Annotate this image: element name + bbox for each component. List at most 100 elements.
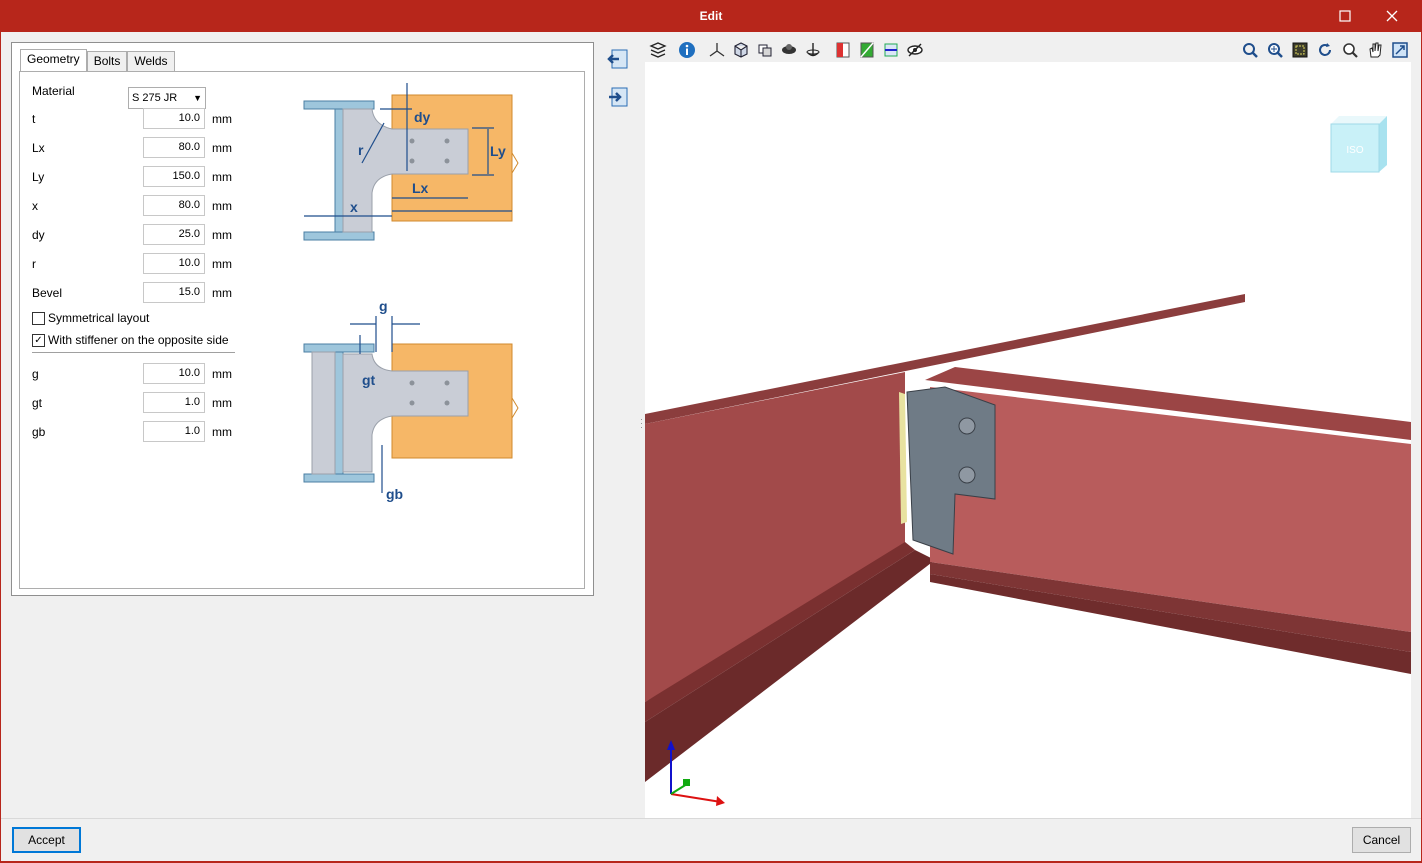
tab-welds[interactable]: Welds: [127, 51, 175, 71]
param-input-t[interactable]: 10.0: [143, 108, 205, 129]
bolt-head: [958, 417, 976, 435]
render-icon[interactable]: [756, 41, 774, 59]
close-button[interactable]: [1369, 0, 1415, 32]
beam-break-icon: [511, 95, 519, 221]
bottom-diagram: g gt gb: [303, 298, 519, 502]
bolt-hole: [444, 400, 450, 406]
diagram-label-gb: gb: [386, 486, 403, 502]
param-input-gt[interactable]: 1.0: [143, 392, 205, 413]
symmetrical-layout-checkbox[interactable]: Symmetrical layout: [32, 310, 149, 326]
zoom-previous-icon[interactable]: [1241, 41, 1259, 59]
section-icon[interactable]: [858, 41, 876, 59]
checkbox-label: Symmetrical layout: [48, 311, 150, 325]
param-row-lx: Lx 80.0 mm: [32, 137, 238, 159]
tab-geometry[interactable]: Geometry: [20, 49, 87, 71]
checkbox-label: With stiffener on the opposite side: [48, 333, 229, 347]
pan-icon[interactable]: [1366, 41, 1384, 59]
param-label: g: [32, 367, 39, 381]
diagram-label-r: r: [358, 142, 364, 158]
param-unit: mm: [212, 199, 232, 213]
cancel-button[interactable]: Cancel: [1352, 827, 1411, 853]
material-select[interactable]: S 275 JR ▼: [128, 87, 206, 109]
splitter-handle[interactable]: · · ·: [640, 415, 643, 432]
beam-break-icon: [511, 344, 519, 458]
param-label: gb: [32, 425, 46, 439]
bolt-hole: [409, 158, 415, 164]
stiffener-opposite-checkbox[interactable]: ✓ With stiffener on the opposite side: [32, 332, 229, 348]
dialog-footer: Accept Cancel: [1, 818, 1421, 861]
param-input-g[interactable]: 10.0: [143, 363, 205, 384]
param-row-r: r 10.0 mm: [32, 253, 238, 275]
tab-bolts[interactable]: Bolts: [86, 51, 128, 71]
column-top-flange: [303, 343, 375, 353]
visibility-icon[interactable]: [906, 41, 924, 59]
param-row-x: x 80.0 mm: [32, 195, 238, 217]
info-icon[interactable]: [678, 41, 696, 59]
bolt-hole: [409, 138, 415, 144]
view-cube[interactable]: ISO: [1330, 116, 1387, 173]
zoom-window-icon[interactable]: [1266, 41, 1284, 59]
param-input-bevel[interactable]: 15.0: [143, 282, 205, 303]
param-unit: mm: [212, 367, 232, 381]
param-unit: mm: [212, 257, 232, 271]
close-icon: [1386, 10, 1398, 22]
rotate-icon[interactable]: [804, 41, 822, 59]
material-label: Material: [32, 84, 75, 98]
wireframe-icon[interactable]: [732, 41, 750, 59]
param-row-g: g 10.0 mm: [32, 363, 238, 385]
zoom-icon[interactable]: [1341, 41, 1359, 59]
properties-panel: Geometry Bolts Welds Material S 275 JR ▼…: [11, 42, 594, 596]
bolt-hole: [444, 138, 450, 144]
bolt-hole: [444, 158, 450, 164]
param-row-dy: dy 25.0 mm: [32, 224, 238, 246]
maximize-button[interactable]: [1322, 0, 1368, 32]
import-arrow-icon: [607, 49, 628, 69]
title-bar: Edit: [0, 0, 1422, 32]
param-input-gb[interactable]: 1.0: [143, 421, 205, 442]
param-row-bevel: Bevel 15.0 mm: [32, 282, 238, 304]
export-button[interactable]: [605, 84, 631, 110]
shade-icon[interactable]: [780, 41, 798, 59]
param-label: Lx: [32, 141, 45, 155]
param-input-dy[interactable]: 25.0: [143, 224, 205, 245]
dialog-body: Geometry Bolts Welds Material S 275 JR ▼…: [1, 32, 1421, 861]
fit-icon[interactable]: [1391, 41, 1409, 59]
refresh-icon[interactable]: [1316, 41, 1334, 59]
column-web: [334, 108, 344, 233]
column-top-flange: [303, 100, 375, 110]
plane-icon[interactable]: [882, 41, 900, 59]
zoom-all-icon[interactable]: [1291, 41, 1309, 59]
param-input-ly[interactable]: 150.0: [143, 166, 205, 187]
checkbox-box[interactable]: [32, 311, 45, 325]
transfer-buttons: [605, 46, 633, 122]
3d-viewport[interactable]: ISO: [645, 62, 1411, 841]
param-row-t: t 10.0 mm: [32, 108, 238, 130]
param-input-lx[interactable]: 80.0: [143, 137, 205, 158]
bolt-hole: [409, 380, 415, 386]
column-bottom-flange: [303, 231, 375, 241]
secondary-beam-3d: [925, 367, 1411, 674]
top-diagram: dy r Ly Lx x: [303, 83, 519, 241]
param-label: Ly: [32, 170, 45, 184]
diagram-label-g: g: [379, 298, 388, 314]
param-label: r: [32, 257, 36, 271]
window-title: Edit: [699, 9, 723, 23]
accept-button[interactable]: Accept: [12, 827, 81, 853]
import-button[interactable]: [605, 46, 631, 72]
material-value: S 275 JR: [132, 92, 178, 104]
param-unit: mm: [212, 425, 232, 439]
param-label: x: [32, 199, 38, 213]
param-row-ly: Ly 150.0 mm: [32, 166, 238, 188]
clip-icon[interactable]: [834, 41, 852, 59]
param-unit: mm: [212, 141, 232, 155]
checkbox-box-checked[interactable]: ✓: [32, 333, 45, 347]
param-input-r[interactable]: 10.0: [143, 253, 205, 274]
layers-icon[interactable]: [649, 41, 667, 59]
param-input-x[interactable]: 80.0: [143, 195, 205, 216]
connection-diagram: dy r Ly Lx x g gt gb: [242, 73, 582, 573]
diagram-label-gt: gt: [362, 372, 376, 388]
param-unit: mm: [212, 396, 232, 410]
axes-icon[interactable]: [708, 41, 726, 59]
param-row-gb: gb 1.0 mm: [32, 421, 238, 443]
opposite-stiffener-shape: [311, 351, 336, 475]
